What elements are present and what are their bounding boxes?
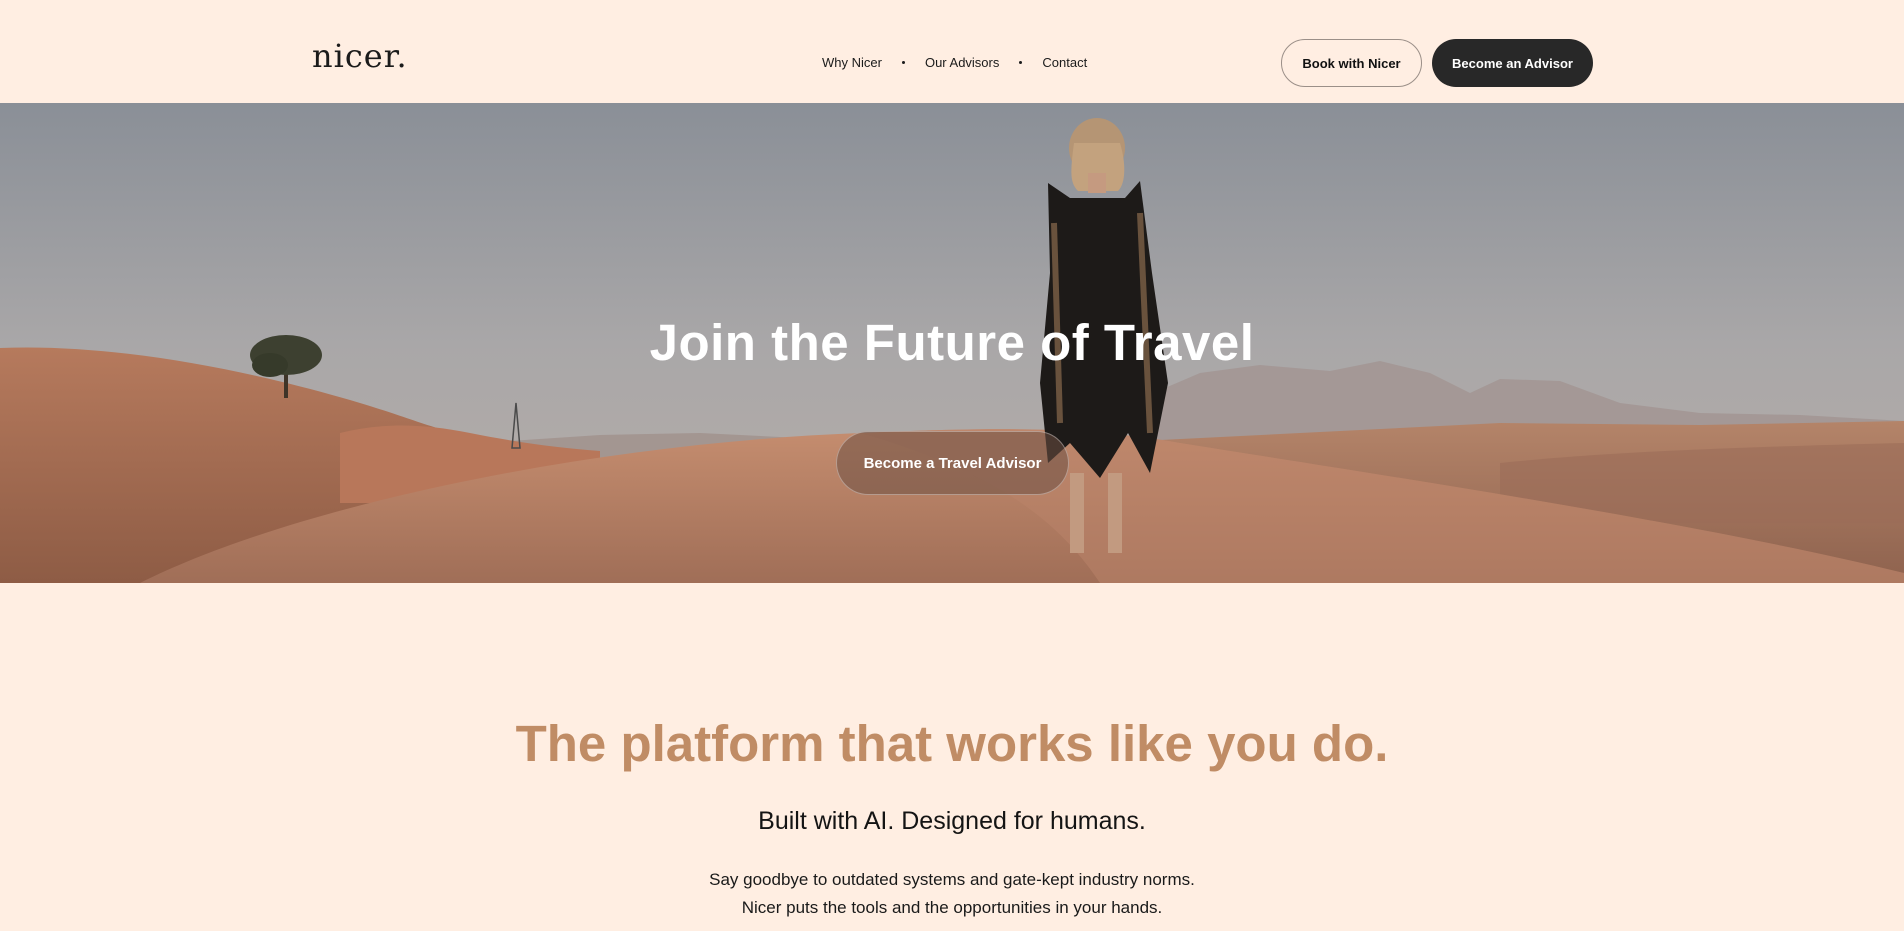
become-travel-advisor-button[interactable]: Become a Travel Advisor xyxy=(836,431,1069,495)
nav-link-contact[interactable]: Contact xyxy=(1042,55,1087,70)
become-advisor-button[interactable]: Become an Advisor xyxy=(1432,39,1593,87)
platform-description-line-1: Say goodbye to outdated systems and gate… xyxy=(709,870,1195,889)
nav-link-our-advisors[interactable]: Our Advisors xyxy=(925,55,999,70)
hero-title: Join the Future of Travel xyxy=(649,314,1255,371)
main-nav: Why Nicer Our Advisors Contact xyxy=(822,55,1087,70)
nav-separator-dot xyxy=(1019,61,1023,64)
nicer-logo[interactable]: nicer. xyxy=(312,40,408,72)
platform-description-line-2: Nicer puts the tools and the opportuniti… xyxy=(741,898,1163,917)
nav-separator-dot xyxy=(901,61,905,64)
nav-link-why-nicer[interactable]: Why Nicer xyxy=(822,55,882,70)
book-with-nicer-button[interactable]: Book with Nicer xyxy=(1281,39,1422,87)
site-header: nicer. Why Nicer Our Advisors Contact Bo… xyxy=(0,0,1904,103)
hero-banner: Join the Future of Travel Become a Trave… xyxy=(0,103,1904,583)
platform-description: Say goodbye to outdated systems and gate… xyxy=(0,866,1904,922)
platform-title: The platform that works like you do. xyxy=(515,715,1389,772)
platform-subtitle: Built with AI. Designed for humans. xyxy=(758,807,1146,835)
